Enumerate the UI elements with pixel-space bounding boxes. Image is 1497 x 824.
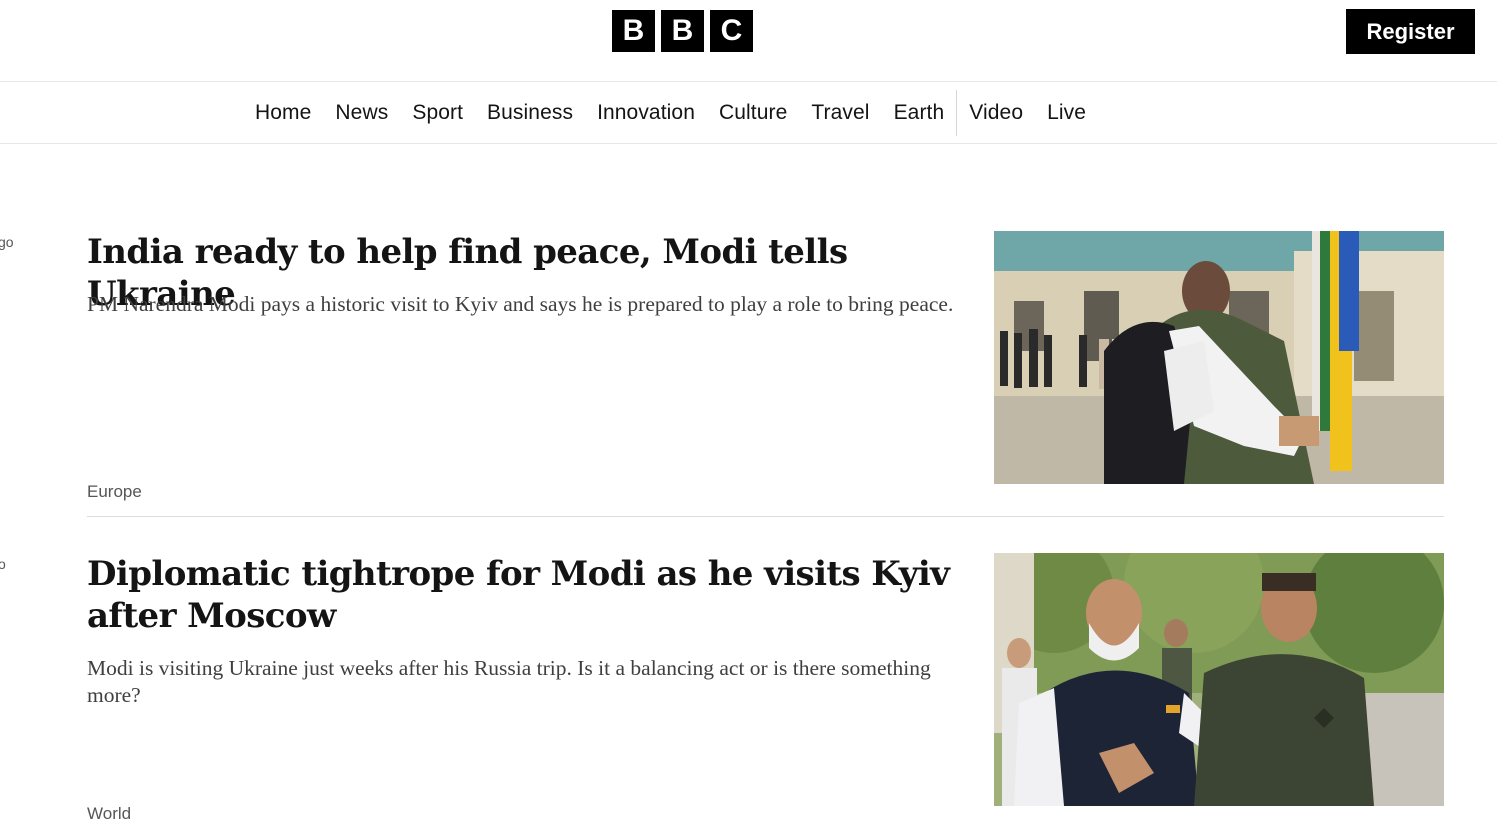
top-header: B B C Register: [0, 0, 1497, 82]
nav-item-video[interactable]: Video: [957, 90, 1035, 136]
article-summary: PM Narendra Modi pays a historic visit t…: [87, 292, 954, 316]
article-summary: Modi is visiting Ukraine just weeks afte…: [87, 656, 931, 707]
nav-item-innovation[interactable]: Innovation: [585, 90, 707, 136]
logo-letter: B: [612, 10, 655, 52]
main-nav: Home News Sport Business Innovation Cult…: [0, 82, 1497, 144]
nav-item-sport[interactable]: Sport: [400, 90, 475, 136]
article-divider: [87, 516, 1444, 517]
nav-item-business[interactable]: Business: [475, 90, 585, 136]
article-tag[interactable]: World: [87, 804, 131, 824]
timestamp-fragment: go: [0, 234, 14, 250]
nav-item-news[interactable]: News: [323, 90, 400, 136]
article-card[interactable]: India ready to help find peace, Modi tel…: [87, 231, 1444, 511]
bbc-logo[interactable]: B B C: [612, 10, 753, 52]
nav-item-home[interactable]: Home: [243, 90, 323, 136]
article-image[interactable]: [994, 231, 1444, 484]
timestamp-fragment: o: [0, 556, 6, 572]
nav-item-travel[interactable]: Travel: [799, 90, 881, 136]
modi-zelensky-hug-image: [994, 231, 1444, 484]
article-headline[interactable]: Diplomatic tightrope for Modi as he visi…: [87, 553, 977, 637]
article-image[interactable]: [994, 553, 1444, 806]
register-button[interactable]: Register: [1346, 9, 1475, 54]
nav-item-culture[interactable]: Culture: [707, 90, 799, 136]
nav-item-earth[interactable]: Earth: [882, 90, 957, 136]
logo-letter: C: [710, 10, 753, 52]
logo-letter: B: [661, 10, 704, 52]
modi-zelensky-walking-image: [994, 553, 1444, 806]
article-card[interactable]: Diplomatic tightrope for Modi as he visi…: [87, 553, 1444, 824]
nav-item-live[interactable]: Live: [1035, 90, 1098, 136]
nav-list: Home News Sport Business Innovation Cult…: [243, 82, 1098, 144]
article-tag[interactable]: Europe: [87, 482, 142, 502]
